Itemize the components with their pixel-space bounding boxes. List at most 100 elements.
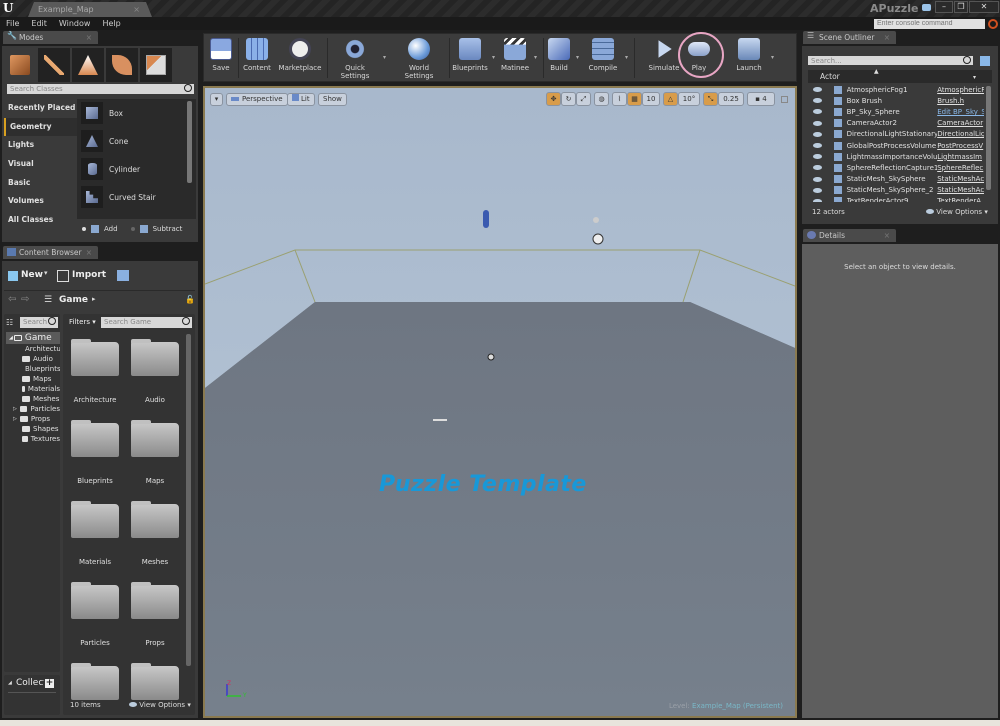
tree-item-audio[interactable]: Audio: [4, 354, 60, 364]
close-details-icon[interactable]: ×: [884, 231, 890, 240]
asset-tile[interactable]: Particles: [69, 582, 121, 647]
category-geometry[interactable]: Geometry: [4, 117, 77, 137]
outliner-row[interactable]: StaticMesh_SkySphere_2 StaticMeshAc: [808, 185, 984, 196]
console-command-input[interactable]: [874, 19, 985, 29]
foliage-mode-tab[interactable]: [106, 48, 138, 82]
outliner-row[interactable]: TextRenderActor9 TextRenderA: [808, 196, 984, 202]
visibility-eye-icon[interactable]: [813, 198, 822, 202]
asset-tile[interactable]: [129, 663, 181, 720]
visibility-eye-icon[interactable]: [813, 120, 822, 126]
add-label[interactable]: Add: [104, 225, 118, 233]
visibility-eye-icon[interactable]: [813, 98, 822, 104]
menu-window[interactable]: Window: [59, 17, 91, 30]
category-basic[interactable]: Basic: [4, 174, 77, 193]
filters-button[interactable]: Filters ▾: [69, 318, 96, 326]
marketplace-button[interactable]: Marketplace: [278, 38, 322, 72]
scene-outliner-tab[interactable]: ☰ Scene Outliner ×: [803, 31, 896, 44]
tree-item-textures[interactable]: Textures: [4, 434, 60, 444]
actor-type-link[interactable]: Brush.h: [937, 97, 984, 105]
maximize-button[interactable]: ❐: [954, 1, 968, 13]
actor-type-link[interactable]: SphereReflec: [937, 164, 984, 172]
simulate-button[interactable]: Simulate: [648, 38, 680, 72]
add-radio[interactable]: [82, 227, 86, 231]
quick-settings-button[interactable]: Quick Settings: [330, 38, 380, 80]
add-collection-icon[interactable]: +: [45, 679, 54, 688]
asset-tile[interactable]: Props: [129, 582, 181, 647]
outliner-row[interactable]: GlobalPostProcessVolume PostProcessV: [808, 140, 984, 151]
forward-arrow-icon[interactable]: ⇨: [21, 294, 29, 305]
clear-console-icon[interactable]: [988, 19, 998, 29]
category-all-classes[interactable]: All Classes: [4, 211, 77, 230]
close-tab-icon[interactable]: ×: [133, 5, 140, 14]
outliner-view-options-button[interactable]: View Options ▾: [926, 208, 988, 216]
rotation-snap-toggle[interactable]: △: [663, 92, 678, 106]
path-chevron-icon[interactable]: ▸: [92, 295, 96, 303]
landscape-mode-tab[interactable]: [72, 48, 104, 82]
asset-tile[interactable]: Audio: [129, 339, 181, 404]
launch-button[interactable]: Launch: [734, 38, 764, 72]
asset-scrollbar[interactable]: [186, 334, 191, 666]
save-all-icon[interactable]: [117, 270, 129, 281]
placeable-cone[interactable]: Cone: [77, 127, 196, 155]
placeable-curved-stair[interactable]: Curved Stair: [77, 183, 196, 211]
collapse-arrow-icon[interactable]: ◢: [8, 680, 12, 686]
placeable-cylinder[interactable]: Cylinder: [77, 155, 196, 183]
import-button[interactable]: Import: [72, 270, 106, 280]
actor-type-link[interactable]: AtmosphericF: [937, 86, 984, 94]
scale-snap-toggle[interactable]: ⤡: [703, 92, 718, 106]
minimize-button[interactable]: –: [935, 1, 953, 13]
asset-tile[interactable]: Maps: [129, 420, 181, 485]
tree-item-shapes[interactable]: Shapes: [4, 424, 60, 434]
maximize-viewport-icon[interactable]: [781, 96, 788, 103]
scale-snap-value[interactable]: 0.25: [718, 92, 744, 106]
level-viewport[interactable]: Z Y Puzzle Template ▾ Perspective Lit Sh…: [203, 86, 797, 718]
tree-item-blueprints[interactable]: Blueprints: [4, 364, 60, 374]
grid-snap-value[interactable]: 10: [642, 92, 660, 106]
coordinate-system-button[interactable]: ◍: [594, 92, 609, 106]
feedback-icon[interactable]: [922, 4, 931, 11]
paint-mode-tab[interactable]: [38, 48, 70, 82]
visibility-eye-icon[interactable]: [813, 154, 822, 160]
lit-button[interactable]: Lit: [287, 93, 315, 106]
actor-type-link[interactable]: LightmassIm: [937, 153, 984, 161]
translate-mode-button[interactable]: ✥: [546, 92, 561, 106]
asset-tile[interactable]: [69, 663, 121, 720]
tree-item-materials[interactable]: Materials: [4, 384, 60, 394]
build-button[interactable]: Build: [547, 38, 571, 72]
quick-settings-dropdown-icon[interactable]: ▾: [383, 54, 386, 61]
visibility-eye-icon[interactable]: [813, 143, 822, 149]
actor-type-link[interactable]: Edit BP_Sky_S: [937, 108, 984, 116]
actor-type-link[interactable]: StaticMeshAc: [937, 175, 984, 183]
placeable-box[interactable]: Box: [77, 99, 196, 127]
visibility-eye-icon[interactable]: [813, 187, 822, 193]
outliner-search-input[interactable]: Search...: [808, 56, 973, 65]
details-tab[interactable]: Details ×: [803, 229, 896, 242]
rotation-snap-value[interactable]: 10°: [678, 92, 700, 106]
tree-item-props[interactable]: ▷ Props: [4, 414, 60, 424]
asset-tile[interactable]: Materials: [69, 501, 121, 566]
matinee-dropdown-icon[interactable]: ▾: [534, 54, 537, 61]
view-options-button[interactable]: View Options ▾: [129, 701, 191, 709]
outliner-row[interactable]: SphereReflectionCapture1 SphereReflec: [808, 162, 984, 173]
column-options-icon[interactable]: ▾: [973, 74, 976, 81]
expand-arrow-icon[interactable]: ▷: [13, 406, 17, 412]
path-game[interactable]: Game: [59, 295, 88, 305]
actor-type-link[interactable]: PostProcessV: [937, 142, 984, 150]
perspective-button[interactable]: Perspective: [226, 93, 288, 106]
category-visual[interactable]: Visual: [4, 155, 77, 174]
visibility-eye-icon[interactable]: [813, 87, 822, 93]
outliner-scrollbar[interactable]: [986, 86, 991, 190]
close-window-button[interactable]: ✕: [969, 1, 999, 13]
expand-arrow-icon[interactable]: ◢: [9, 335, 13, 341]
actor-type-link[interactable]: StaticMeshAc: [937, 186, 984, 194]
close-content-browser-icon[interactable]: ×: [86, 248, 92, 257]
viewport-options-button[interactable]: ▾: [210, 93, 223, 106]
outliner-row[interactable]: CameraActor2 CameraActor: [808, 118, 984, 129]
actor-column-header[interactable]: Actor: [820, 72, 840, 81]
outliner-row[interactable]: StaticMesh_SkySphere StaticMeshAc: [808, 174, 984, 185]
search-game-input[interactable]: Search Game: [101, 317, 192, 328]
outliner-row[interactable]: Box Brush Brush.h: [808, 95, 984, 106]
collections-label[interactable]: Collections: [16, 678, 44, 688]
tree-item-game[interactable]: ◢ Game: [6, 332, 60, 344]
world-settings-button[interactable]: World Settings: [394, 38, 444, 80]
